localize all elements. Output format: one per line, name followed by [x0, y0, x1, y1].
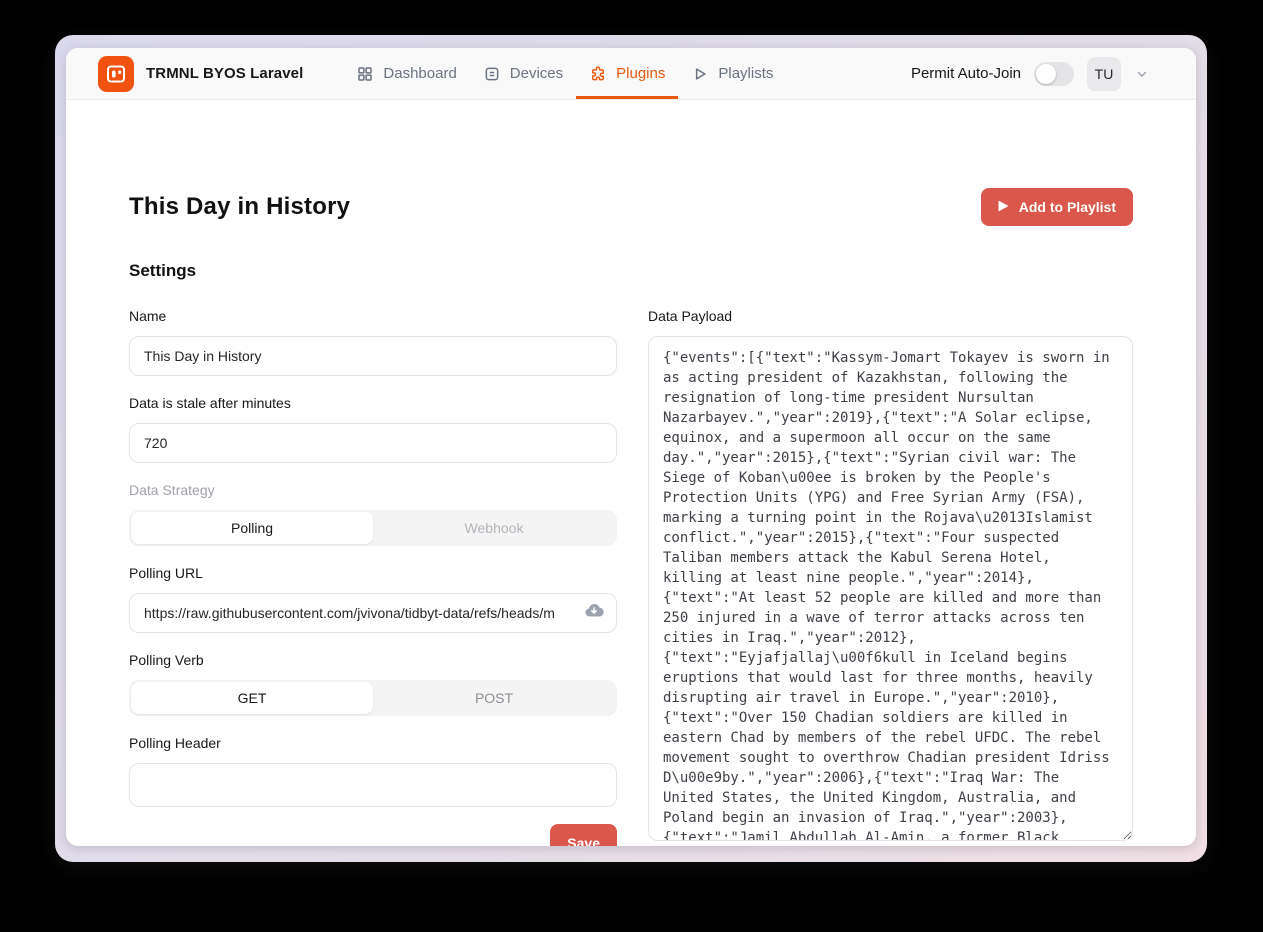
- nav-label: Playlists: [718, 65, 773, 82]
- nav-plugins[interactable]: Plugins: [576, 48, 678, 99]
- play-icon: [691, 65, 709, 83]
- polling-verb-segmented-control: GET POST: [129, 680, 617, 716]
- toggle-knob: [1036, 64, 1056, 84]
- page-title: This Day in History: [129, 193, 350, 221]
- nav-label: Dashboard: [383, 65, 456, 82]
- name-input[interactable]: [129, 336, 617, 376]
- verb-option-post[interactable]: POST: [373, 682, 615, 714]
- data-payload-label: Data Payload: [648, 308, 1133, 324]
- app-title: TRMNL BYOS Laravel: [146, 65, 303, 82]
- save-row: Save: [129, 824, 617, 846]
- cloud-download-icon[interactable]: [583, 600, 605, 627]
- polling-verb-field-group: Polling Verb GET POST: [129, 652, 617, 716]
- strategy-option-polling[interactable]: Polling: [131, 512, 373, 544]
- polling-header-label: Polling Header: [129, 735, 617, 751]
- stale-label: Data is stale after minutes: [129, 395, 617, 411]
- app-window: TRMNL BYOS Laravel Dashboard: [66, 48, 1196, 846]
- settings-heading: Settings: [129, 261, 1133, 281]
- name-label: Name: [129, 308, 617, 324]
- nav-label: Devices: [510, 65, 563, 82]
- data-strategy-label: Data Strategy: [129, 482, 617, 498]
- polling-url-field-group: Polling URL: [129, 565, 617, 633]
- add-to-playlist-button[interactable]: Add to Playlist: [981, 188, 1133, 226]
- brand: TRMNL BYOS Laravel: [98, 48, 303, 99]
- stale-minutes-input[interactable]: [129, 423, 617, 463]
- device-icon: [483, 65, 501, 83]
- strategy-option-webhook[interactable]: Webhook: [373, 512, 615, 544]
- nav-playlists[interactable]: Playlists: [678, 48, 786, 99]
- form-left-column: Name Data is stale after minutes Data St…: [129, 308, 617, 846]
- top-navigation-bar: TRMNL BYOS Laravel Dashboard: [66, 48, 1196, 100]
- polling-url-input[interactable]: [129, 593, 617, 633]
- settings-form: Name Data is stale after minutes Data St…: [129, 308, 1133, 846]
- data-payload-textarea[interactable]: [648, 336, 1133, 841]
- add-to-playlist-label: Add to Playlist: [1019, 199, 1116, 215]
- play-icon: [998, 199, 1009, 215]
- main-content: This Day in History Add to Playlist Sett…: [66, 188, 1196, 846]
- user-avatar[interactable]: TU: [1087, 57, 1121, 91]
- topbar-right: Permit Auto-Join TU: [911, 48, 1150, 99]
- strategy-field-group: Data Strategy Polling Webhook: [129, 482, 617, 546]
- grid-icon: [356, 65, 374, 83]
- puzzle-icon: [589, 65, 607, 83]
- main-nav: Dashboard Devices: [343, 48, 786, 99]
- trmnl-logo-icon[interactable]: [98, 56, 134, 92]
- permit-auto-join-label: Permit Auto-Join: [911, 65, 1021, 82]
- polling-header-field-group: Polling Header: [129, 735, 617, 807]
- polling-url-label: Polling URL: [129, 565, 617, 581]
- data-strategy-segmented-control: Polling Webhook: [129, 510, 617, 546]
- nav-dashboard[interactable]: Dashboard: [343, 48, 469, 99]
- name-field-group: Name: [129, 308, 617, 376]
- form-right-column: Data Payload: [648, 308, 1133, 846]
- nav-devices[interactable]: Devices: [470, 48, 576, 99]
- page-header-row: This Day in History Add to Playlist: [129, 188, 1133, 226]
- stale-field-group: Data is stale after minutes: [129, 395, 617, 463]
- polling-header-input[interactable]: [129, 763, 617, 807]
- chevron-down-icon[interactable]: [1134, 66, 1150, 82]
- permit-auto-join-toggle[interactable]: [1034, 62, 1074, 86]
- window-frame: TRMNL BYOS Laravel Dashboard: [55, 35, 1207, 862]
- save-button[interactable]: Save: [550, 824, 617, 846]
- verb-option-get[interactable]: GET: [131, 682, 373, 714]
- nav-label: Plugins: [616, 65, 665, 82]
- polling-verb-label: Polling Verb: [129, 652, 617, 668]
